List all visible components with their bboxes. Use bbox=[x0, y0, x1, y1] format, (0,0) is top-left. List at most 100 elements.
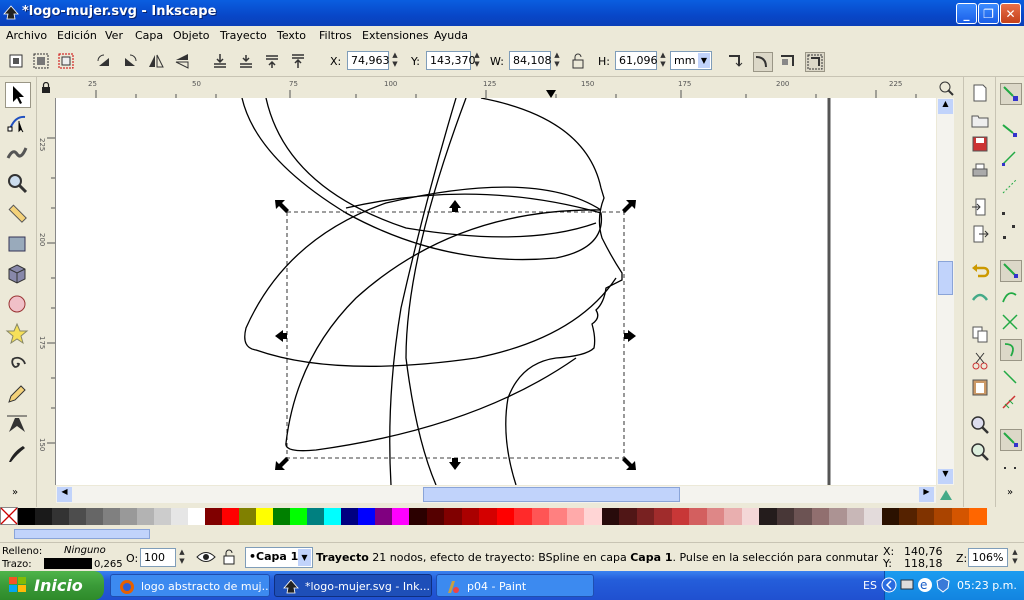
zoom-drawing-icon[interactable] bbox=[970, 442, 990, 462]
snap-toggle-icon[interactable] bbox=[1000, 83, 1022, 105]
scroll-right-icon[interactable]: ▶ bbox=[919, 487, 934, 502]
raise-to-top-icon[interactable] bbox=[289, 52, 307, 70]
horizontal-scrollbar[interactable]: ◀ ▶ bbox=[56, 486, 936, 503]
color-swatch[interactable] bbox=[829, 508, 847, 525]
color-swatch[interactable] bbox=[531, 508, 549, 525]
color-swatch[interactable] bbox=[671, 508, 689, 525]
color-swatch[interactable] bbox=[636, 508, 654, 525]
copy-icon[interactable] bbox=[970, 324, 990, 344]
color-swatch[interactable] bbox=[566, 508, 584, 525]
color-swatch[interactable] bbox=[811, 508, 829, 525]
taskbar-item-firefox[interactable]: logo abstracto de muj... bbox=[110, 574, 270, 597]
color-swatch[interactable] bbox=[706, 508, 724, 525]
paste-icon[interactable] bbox=[970, 377, 990, 397]
color-swatch[interactable] bbox=[654, 508, 672, 525]
taskbar-item-paint[interactable]: p04 - Paint bbox=[436, 574, 594, 597]
menu-texto[interactable]: Texto bbox=[277, 29, 306, 42]
w-field[interactable]: 84,108 bbox=[509, 51, 552, 70]
menu-trayecto[interactable]: Trayecto bbox=[220, 29, 267, 42]
color-swatch[interactable] bbox=[969, 508, 987, 525]
tweak-tool-icon[interactable] bbox=[5, 140, 29, 164]
color-swatch[interactable] bbox=[256, 508, 273, 525]
vertical-scrollbar[interactable]: ▲ ▼ bbox=[937, 98, 954, 485]
color-swatch[interactable] bbox=[724, 508, 742, 525]
rotate-cw-icon[interactable] bbox=[121, 52, 139, 70]
color-swatch[interactable] bbox=[794, 508, 812, 525]
vertical-scroll-thumb[interactable] bbox=[938, 261, 953, 295]
color-swatch[interactable] bbox=[444, 508, 462, 525]
h-field[interactable]: 61,096 bbox=[615, 51, 658, 70]
color-swatch[interactable] bbox=[776, 508, 794, 525]
stroke-color-swatch[interactable] bbox=[44, 558, 92, 569]
snap-bbox-icon[interactable] bbox=[1000, 120, 1020, 140]
flip-vertical-icon[interactable] bbox=[173, 52, 191, 70]
new-document-icon[interactable] bbox=[970, 83, 990, 103]
deselect-icon[interactable] bbox=[57, 52, 75, 70]
color-swatch[interactable] bbox=[549, 508, 567, 525]
drawing-canvas[interactable] bbox=[56, 98, 936, 485]
snap-paths-icon[interactable] bbox=[1000, 287, 1020, 307]
color-swatch[interactable] bbox=[188, 508, 205, 525]
transform-patterns-icon[interactable] bbox=[805, 52, 825, 72]
color-swatch[interactable] bbox=[341, 508, 358, 525]
layer-select[interactable]: •Capa 1 ▼ bbox=[245, 547, 313, 568]
lower-icon[interactable] bbox=[237, 52, 255, 70]
color-swatch[interactable] bbox=[864, 508, 882, 525]
zoom-field[interactable]: 106% bbox=[968, 548, 1008, 567]
snap-grid-icon[interactable] bbox=[1000, 455, 1020, 475]
color-swatch[interactable] bbox=[69, 508, 86, 525]
color-swatch[interactable] bbox=[273, 508, 290, 525]
raise-icon[interactable] bbox=[263, 52, 281, 70]
menu-archivo[interactable]: Archivo bbox=[6, 29, 47, 42]
menu-extensiones[interactable]: Extensiones bbox=[362, 29, 429, 42]
color-manage-icon[interactable] bbox=[938, 488, 954, 502]
3d-box-tool-icon[interactable] bbox=[5, 262, 29, 286]
more-tools-icon[interactable]: » bbox=[12, 487, 18, 498]
rectangle-tool-icon[interactable] bbox=[5, 232, 29, 256]
pen-tool-icon[interactable] bbox=[5, 412, 29, 436]
color-swatch[interactable] bbox=[514, 508, 532, 525]
opacity-spinner[interactable]: ▲ ▼ bbox=[177, 548, 187, 567]
lock-icon[interactable] bbox=[569, 52, 587, 70]
color-swatch[interactable] bbox=[103, 508, 120, 525]
color-swatch[interactable] bbox=[619, 508, 637, 525]
ellipse-tool-icon[interactable] bbox=[5, 292, 29, 316]
color-swatch[interactable] bbox=[239, 508, 256, 525]
menu-ayuda[interactable]: Ayuda bbox=[434, 29, 468, 42]
color-swatch[interactable] bbox=[205, 508, 222, 525]
color-swatch[interactable] bbox=[496, 508, 514, 525]
scroll-left-icon[interactable]: ◀ bbox=[57, 487, 72, 502]
color-swatch[interactable] bbox=[290, 508, 307, 525]
color-swatch[interactable] bbox=[324, 508, 341, 525]
color-swatch[interactable] bbox=[171, 508, 188, 525]
snap-midpoints-icon[interactable] bbox=[1000, 393, 1020, 413]
import-icon[interactable] bbox=[970, 197, 990, 217]
network-icon[interactable] bbox=[899, 577, 915, 593]
undo-icon[interactable] bbox=[970, 262, 990, 282]
snap-page-icon[interactable] bbox=[1000, 429, 1022, 451]
lower-to-bottom-icon[interactable] bbox=[211, 52, 229, 70]
menu-filtros[interactable]: Filtros bbox=[319, 29, 352, 42]
color-swatch[interactable] bbox=[899, 508, 917, 525]
open-folder-icon[interactable] bbox=[970, 110, 990, 130]
color-swatch[interactable] bbox=[759, 508, 777, 525]
transform-corners-icon[interactable] bbox=[753, 52, 773, 72]
color-swatch[interactable] bbox=[307, 508, 324, 525]
color-swatch[interactable] bbox=[358, 508, 375, 525]
flip-horizontal-icon[interactable] bbox=[147, 52, 165, 70]
redo-icon[interactable] bbox=[970, 288, 990, 308]
scroll-down-icon[interactable]: ▼ bbox=[938, 469, 953, 484]
color-swatch[interactable] bbox=[222, 508, 239, 525]
color-swatch[interactable] bbox=[392, 508, 409, 525]
show-hidden-icons-icon[interactable] bbox=[881, 577, 897, 593]
color-swatch[interactable] bbox=[120, 508, 137, 525]
ie-icon[interactable]: e bbox=[917, 577, 933, 593]
zoom-tool-icon[interactable] bbox=[5, 171, 29, 195]
snap-bbox-edge-icon[interactable] bbox=[1000, 149, 1020, 169]
star-tool-icon[interactable] bbox=[5, 322, 29, 346]
snap-intersections-icon[interactable] bbox=[1000, 312, 1020, 332]
language-indicator[interactable]: ES bbox=[863, 579, 877, 592]
select-all-icon[interactable] bbox=[7, 52, 25, 70]
snap-smooth-nodes-icon[interactable] bbox=[1000, 367, 1020, 387]
unit-select[interactable]: mm ▼ bbox=[670, 51, 712, 70]
